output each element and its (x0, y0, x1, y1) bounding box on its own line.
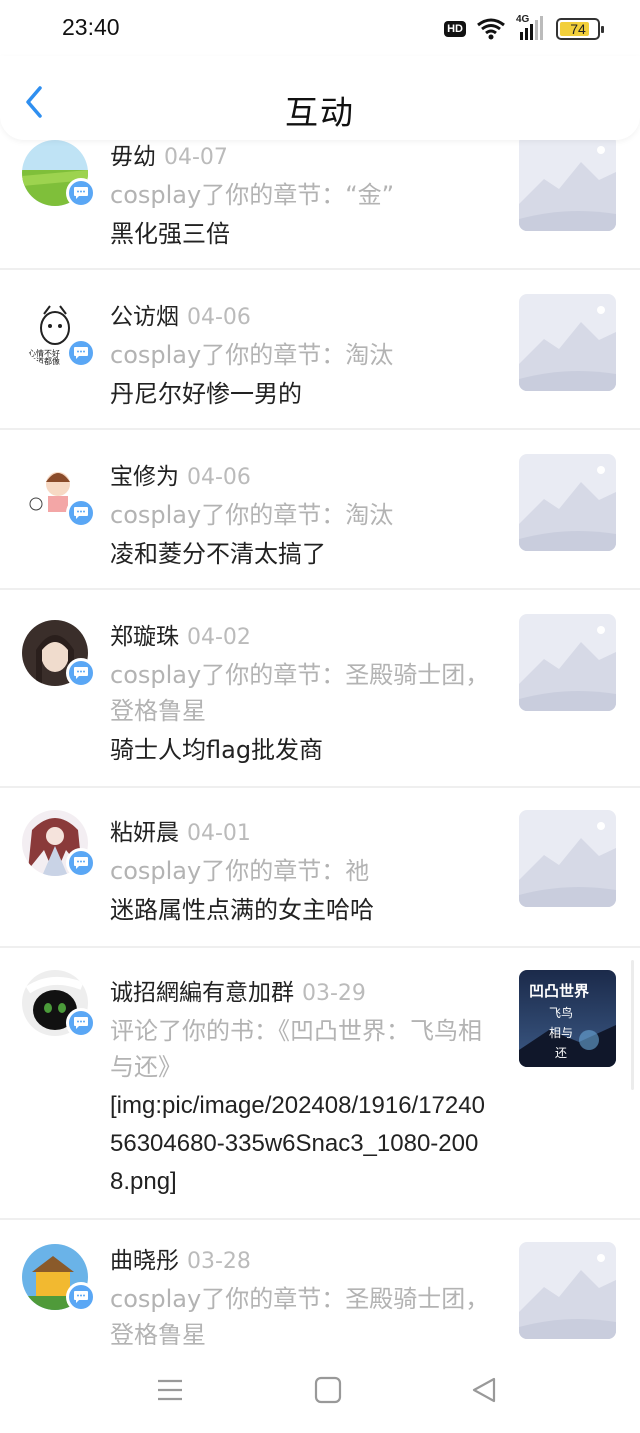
list-item[interactable]: 郑璇珠 04-02 cosplay了你的章节：圣殿骑士团，登格鲁星 骑士人均fla… (0, 590, 640, 788)
interaction-feed[interactable]: 毋幼 04-07 cosplay了你的章节：“金” 黑化强三倍 心情不好 弯道都像 … (0, 140, 640, 1345)
item-date: 03-28 (187, 1249, 251, 1274)
avatar[interactable] (22, 460, 96, 528)
comment-text: 凌和菱分不清太搞了 (110, 540, 326, 568)
user-name[interactable]: 毋幼 (110, 144, 156, 170)
chapter-thumbnail[interactable] (519, 294, 616, 391)
action-text: cosplay了你的章节：淘汰 (110, 341, 394, 369)
user-name[interactable]: 粘妍晨 (110, 820, 179, 846)
menu-icon (158, 1379, 182, 1401)
home-square-icon (314, 1376, 342, 1404)
user-name[interactable]: 郑璇珠 (110, 624, 179, 650)
user-name[interactable]: 诚招網編有意加群 (110, 980, 294, 1006)
item-date: 04-06 (187, 305, 251, 330)
comment-badge-icon (66, 848, 96, 878)
action-text: cosplay了你的章节：祂 (110, 857, 370, 885)
status-icons: HD 4G 74 (444, 14, 604, 44)
back-nav-button[interactable] (466, 1373, 506, 1407)
chapter-thumbnail[interactable] (519, 140, 616, 231)
header: 互动 (0, 56, 640, 140)
action-text: 评论了你的书：《凹凸世界：飞鸟相与还》 (110, 1017, 482, 1081)
item-date: 03-29 (302, 981, 366, 1006)
book-cover-thumbnail[interactable]: 凹凸世界 飞鸟 相与 还 (519, 970, 616, 1067)
user-name[interactable]: 公访烟 (110, 304, 179, 330)
avatar[interactable] (22, 970, 96, 1038)
book-cover-title: 凹凸世界 (529, 982, 590, 1000)
comment-text: 迷路属性点满的女主哈哈 (110, 896, 374, 924)
status-bar: 23:40 HD 4G 74 (0, 0, 640, 56)
user-name[interactable]: 曲晓彤 (110, 1248, 179, 1274)
comment-badge-icon (66, 338, 96, 368)
hd-icon: HD (444, 21, 466, 37)
list-item[interactable]: 心情不好 弯道都像 公访烟 04-06 cosplay了你的章节：淘汰 丹尼尔好惨一… (0, 270, 640, 430)
chapter-thumbnail[interactable] (519, 1242, 616, 1339)
avatar[interactable]: 心情不好 弯道都像 (22, 300, 96, 368)
wifi-icon (477, 18, 505, 40)
list-item[interactable]: 毋幼 04-07 cosplay了你的章节：“金” 黑化强三倍 (0, 140, 640, 270)
comment-text: [img:pic/image/202408/1916/1724056304680… (110, 1092, 485, 1195)
action-text: cosplay了你的章节：圣殿骑士团，登格鲁星 (110, 1285, 490, 1345)
comment-text: 黑化强三倍 (110, 220, 230, 248)
battery-level: 74 (570, 21, 586, 37)
comment-text: 骑士人均flag批发商 (110, 736, 324, 764)
comment-text: 丹尼尔好惨一男的 (110, 380, 302, 408)
avatar[interactable] (22, 620, 96, 688)
list-item[interactable]: 宝修为 04-06 cosplay了你的章节：淘汰 凌和菱分不清太搞了 (0, 430, 640, 590)
comment-badge-icon (66, 178, 96, 208)
list-item[interactable]: 曲晓彤 03-28 cosplay了你的章节：圣殿骑士团，登格鲁星 (0, 1220, 640, 1345)
item-date: 04-06 (187, 465, 251, 490)
item-date: 04-07 (164, 145, 228, 170)
comment-badge-icon (66, 658, 96, 688)
comment-badge-icon (66, 1008, 96, 1038)
home-button[interactable] (308, 1373, 348, 1407)
item-date: 04-01 (187, 821, 251, 846)
chapter-thumbnail[interactable] (519, 454, 616, 551)
avatar[interactable] (22, 140, 96, 208)
item-date: 04-02 (187, 625, 251, 650)
avatar[interactable] (22, 810, 96, 878)
user-name[interactable]: 宝修为 (110, 464, 179, 490)
status-time: 23:40 (62, 14, 120, 40)
back-triangle-icon (472, 1377, 496, 1403)
avatar[interactable] (22, 1244, 96, 1312)
svg-text:弯道都像: 弯道都像 (28, 356, 60, 366)
recent-apps-button[interactable] (150, 1373, 190, 1407)
chapter-thumbnail[interactable] (519, 614, 616, 711)
action-text: cosplay了你的章节：淘汰 (110, 501, 394, 529)
page-title: 互动 (285, 93, 355, 132)
scrollbar[interactable] (631, 960, 634, 1090)
battery-icon: 74 (556, 18, 604, 40)
list-item[interactable]: 诚招網編有意加群 03-29 评论了你的书：《凹凸世界：飞鸟相与还》 [img:p… (0, 948, 640, 1220)
book-cover-subtitle: 还 (555, 1046, 568, 1060)
book-cover-subtitle: 飞鸟 (549, 1006, 574, 1020)
action-text: cosplay了你的章节：“金” (110, 181, 395, 209)
book-cover-subtitle: 相与 (549, 1026, 574, 1040)
cellular-signal-icon: 4G (516, 14, 546, 42)
list-item[interactable]: 粘妍晨 04-01 cosplay了你的章节：祂 迷路属性点满的女主哈哈 (0, 788, 640, 948)
chapter-thumbnail[interactable] (519, 810, 616, 907)
comment-badge-icon (66, 1282, 96, 1312)
action-text: cosplay了你的章节：圣殿骑士团，登格鲁星 (110, 661, 490, 725)
system-nav-bar (0, 1345, 640, 1433)
comment-badge-icon (66, 498, 96, 528)
